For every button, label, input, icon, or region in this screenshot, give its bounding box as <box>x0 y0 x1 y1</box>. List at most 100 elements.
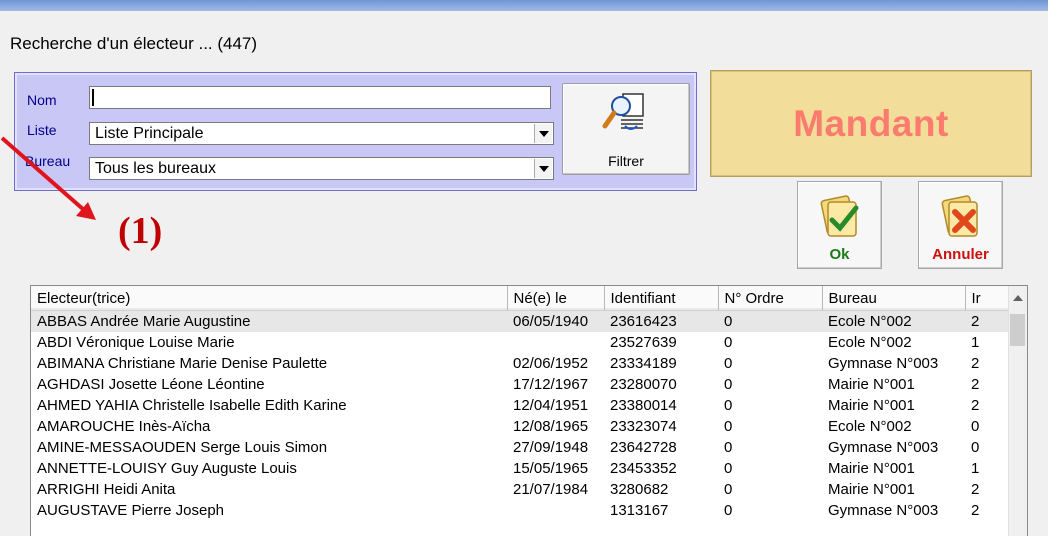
table-cell: 02/06/1952 <box>513 355 589 372</box>
nom-input[interactable] <box>89 86 551 109</box>
table-cell: 0 <box>724 334 733 351</box>
table-cell: Mairie N°001 <box>828 460 915 477</box>
table-cell: 27/09/1948 <box>513 439 589 456</box>
cancel-button-label: Annuler <box>932 246 989 263</box>
table-cell: AUGUSTAVE Pierre Joseph <box>37 502 225 519</box>
ok-button-label: Ok <box>829 246 850 263</box>
table-cell: 0 <box>724 397 733 414</box>
window-title: Recherche d'un électeur ... (447) <box>10 34 258 53</box>
text-caret <box>92 89 94 106</box>
window-top-border <box>0 0 1048 11</box>
table-cell: 2 <box>965 310 1011 332</box>
filter-button-label: Filtrer <box>608 153 644 169</box>
cancel-button[interactable]: Annuler <box>918 181 1003 269</box>
annotation-label: (1) <box>118 210 163 252</box>
table-row[interactable]: AMAROUCHE Inès-Aïcha 12/08/1965 23323074 0 E… <box>31 416 1011 437</box>
table-cell: 0 <box>724 439 733 456</box>
column-header[interactable]: Né(e) le <box>507 286 605 311</box>
search-voter-window: Recherche d'un électeur ... (447) Nom Li… <box>0 0 1048 536</box>
table-cell: ANNETTE-LOUISY Guy Auguste Louis <box>37 460 297 477</box>
table-cell: 12/08/1965 <box>513 418 589 435</box>
cancel-cross-icon <box>941 195 978 237</box>
table-cell: AMINE-MESSAOUDEN Serge Louis Simon <box>37 439 328 456</box>
vertical-scrollbar[interactable] <box>1008 286 1027 536</box>
table-cell <box>507 332 604 353</box>
table-cell: 0 <box>724 418 733 435</box>
table-cell: 15/05/1965 <box>513 460 589 477</box>
table-cell <box>507 500 604 521</box>
annotation-arrow <box>0 136 96 220</box>
ok-button[interactable]: Ok <box>797 181 882 269</box>
table-cell: ABDI Véronique Louise Marie <box>37 334 235 351</box>
table-cell: 0 <box>724 376 733 393</box>
mandant-banner: Mandant <box>710 70 1032 177</box>
table-cell: 0 <box>724 460 733 477</box>
table-row[interactable]: ABIMANA Christiane Marie Denise Paulette… <box>31 353 1011 374</box>
table-cell: 23453352 <box>610 460 677 477</box>
table-row[interactable]: AUGUSTAVE Pierre Joseph 1313167 0 Gymnase N… <box>31 500 1011 521</box>
table-cell: AMAROUCHE Inès-Aïcha <box>37 418 211 435</box>
table-cell: Gymnase N°003 <box>828 439 939 456</box>
table-row[interactable]: AGHDASI Josette Léone Léontine 17/12/1967… <box>31 374 1011 395</box>
table-cell: 0 <box>971 418 980 435</box>
table-cell: Ecole N°002 <box>822 310 965 332</box>
table-cell: 3280682 <box>610 481 669 498</box>
column-header[interactable]: Ir <box>965 286 1012 311</box>
table-cell: 23280070 <box>610 376 677 393</box>
table-header-row: Electeur(trice) Né(e) le Identifiant N° Ord… <box>31 286 1012 311</box>
table-cell: Gymnase N°003 <box>828 502 939 519</box>
column-header[interactable]: Electeur(trice) <box>31 286 508 311</box>
table-row[interactable]: ARRIGHI Heidi Anita 21/07/1984 3280682 0 Mai… <box>31 479 1011 500</box>
table-cell: 23616423 <box>604 310 718 332</box>
table-cell: 12/04/1951 <box>513 397 589 414</box>
table-cell: 21/07/1984 <box>513 481 589 498</box>
nom-label: Nom <box>27 92 57 108</box>
table-cell: ABBAS Andrée Marie Augustine <box>31 310 507 332</box>
column-header[interactable]: N° Ordre <box>718 286 823 311</box>
column-header[interactable]: Identifiant <box>604 286 719 311</box>
table-cell: AGHDASI Josette Léone Léontine <box>37 376 265 393</box>
table-cell: 2 <box>971 481 980 498</box>
table-row[interactable]: ABBAS Andrée Marie Augustine 06/05/1940 23… <box>31 310 1011 332</box>
table-cell: 06/05/1940 <box>507 310 604 332</box>
table-row[interactable]: AMINE-MESSAOUDEN Serge Louis Simon 27/09/… <box>31 437 1011 458</box>
table-cell: Gymnase N°003 <box>828 355 939 372</box>
table-row[interactable]: ABDI Véronique Louise Marie 23527639 0 Ecol… <box>31 332 1011 353</box>
table-cell: 2 <box>971 376 980 393</box>
table-cell: 17/12/1967 <box>513 376 589 393</box>
table-cell: 23527639 <box>610 334 677 351</box>
table-cell: 2 <box>971 355 980 372</box>
scroll-thumb[interactable] <box>1010 314 1025 346</box>
table-cell: Ecole N°002 <box>828 418 912 435</box>
table-cell: Mairie N°001 <box>828 397 915 414</box>
bureau-select[interactable]: Tous les bureaux <box>89 157 554 180</box>
bureau-value: Tous les bureaux <box>95 160 216 177</box>
table-row[interactable]: ANNETTE-LOUISY Guy Auguste Louis 15/05/19… <box>31 458 1011 479</box>
liste-value: Liste Principale <box>95 125 204 142</box>
table-cell: ARRIGHI Heidi Anita <box>37 481 176 498</box>
table-cell: 23334189 <box>610 355 677 372</box>
column-header[interactable]: Bureau <box>822 286 966 311</box>
table-cell: 0 <box>718 310 822 332</box>
bureau-dropdown-arrow-icon[interactable] <box>534 159 552 178</box>
table-cell: Mairie N°001 <box>828 376 915 393</box>
liste-dropdown-arrow-icon[interactable] <box>534 124 552 143</box>
ok-check-icon <box>820 195 859 237</box>
table-cell: ABIMANA Christiane Marie Denise Paulette <box>37 355 328 372</box>
table-cell: 1 <box>971 334 980 351</box>
table-cell: 23323074 <box>610 418 677 435</box>
filter-button[interactable]: Filtrer <box>562 83 690 175</box>
magnifier-document-icon <box>602 93 644 130</box>
table-cell: Ecole N°002 <box>828 334 912 351</box>
table-cell: 2 <box>971 502 980 519</box>
table-cell: 0 <box>724 481 733 498</box>
liste-select[interactable]: Liste Principale <box>89 122 554 145</box>
table-cell: 0 <box>724 502 733 519</box>
table-cell: 1313167 <box>610 502 669 519</box>
table-cell: 2 <box>971 397 980 414</box>
filter-panel: Nom Liste Liste Principale Bureau Tous l… <box>14 72 697 191</box>
table-row[interactable]: AHMED YAHIA Christelle Isabelle Edith Ka… <box>31 395 1011 416</box>
table-cell: 1 <box>971 460 980 477</box>
table-cell: Mairie N°001 <box>828 481 915 498</box>
scroll-up-arrow-icon[interactable] <box>1013 295 1023 301</box>
